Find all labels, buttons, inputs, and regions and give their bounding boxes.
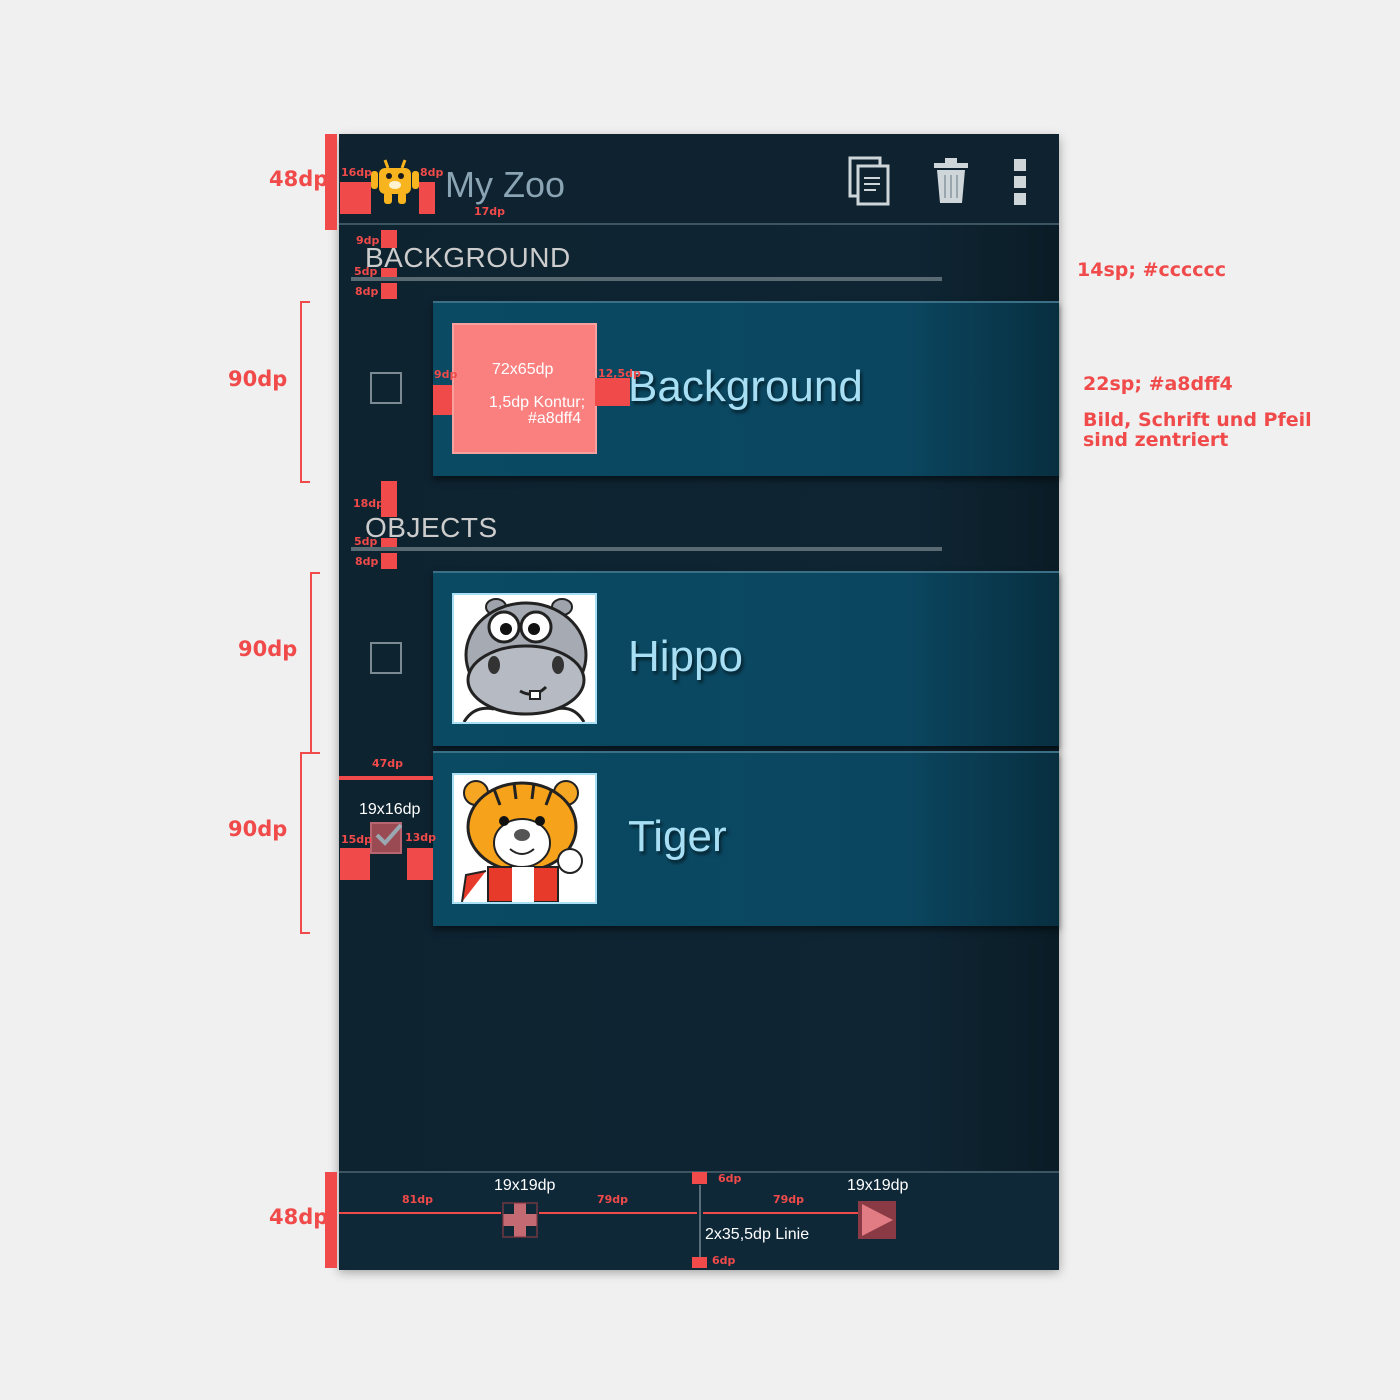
section-divider: [351, 547, 942, 551]
annotation-block: [595, 378, 630, 406]
annotation-label: 90dp: [228, 367, 288, 391]
plus-icon[interactable]: [501, 1201, 539, 1239]
annotation-label: 8dp: [355, 285, 379, 298]
item-label: Background: [628, 362, 863, 411]
annotation-block: [381, 553, 397, 569]
section-divider: [351, 277, 942, 281]
annotation-label: 90dp: [238, 637, 298, 661]
hippo-icon: [454, 595, 595, 722]
annotation-bracket: [310, 572, 320, 754]
checkbox-tiger-checked[interactable]: [370, 822, 402, 854]
hippo-thumbnail: [452, 593, 597, 724]
annotation-note: Bild, Schrift und Pfeil: [1083, 409, 1312, 431]
annotation-label: 90dp: [228, 817, 288, 841]
annotation-label: 48dp: [269, 167, 329, 191]
annotation-label: 12,5dp: [598, 367, 641, 380]
annotation-label: 19x19dp: [494, 1177, 556, 1194]
annotation-block: [381, 538, 397, 547]
annotation-label: 13dp: [405, 831, 437, 844]
annotation-block: [692, 1172, 707, 1184]
play-icon[interactable]: [858, 1201, 896, 1239]
annotation-note: 14sp; #cccccc: [1077, 259, 1227, 281]
annotation-label: 17dp: [474, 205, 506, 218]
app-title: My Zoo: [445, 164, 566, 205]
checkbox-hippo[interactable]: [370, 642, 402, 674]
annotation-label: 48dp: [269, 1205, 329, 1229]
tiger-icon: [454, 775, 595, 902]
tiger-thumbnail: [452, 773, 597, 904]
copy-icon[interactable]: [848, 156, 892, 206]
annotation-label: 18dp: [353, 497, 385, 510]
annotation-label: 19x19dp: [847, 1177, 909, 1194]
annotation-block: [340, 182, 371, 214]
annotation-label: 8dp: [420, 166, 444, 179]
annotation-label: 19x16dp: [359, 801, 421, 818]
item-label: Tiger: [628, 812, 727, 861]
annotation-line: [539, 1212, 697, 1214]
annotation-block: [381, 230, 397, 248]
annotation-block: [381, 283, 397, 299]
checkmark-icon: [375, 823, 402, 846]
annotation-line: [339, 776, 433, 780]
annotation-label: 6dp: [718, 1172, 742, 1185]
annotation-label: 6dp: [712, 1254, 736, 1267]
annotation-label: 81dp: [402, 1193, 434, 1206]
annotation-label: 9dp: [356, 234, 380, 247]
annotation-label: 8dp: [355, 555, 379, 568]
annotation-label: 15dp: [341, 833, 373, 846]
trash-icon[interactable]: [932, 156, 970, 206]
annotation-label: 72x65dp: [492, 361, 554, 378]
annotation-note: sind zentriert: [1083, 429, 1229, 451]
annotation-label: #a8dff4: [528, 410, 582, 427]
annotation-bracket: [300, 752, 310, 934]
annotation-label: 16dp: [341, 166, 373, 179]
thumbnail-placeholder: [452, 323, 597, 454]
annotation-block: [340, 848, 370, 880]
annotation-label: 5dp: [354, 265, 378, 278]
annotation-block: [381, 268, 397, 277]
annotation-bracket: [300, 301, 310, 483]
annotation-block: [433, 385, 452, 415]
annotation-line: [339, 1212, 501, 1214]
annotation-label: 2x35,5dp Linie: [705, 1226, 810, 1243]
annotation-note: 22sp; #a8dff4: [1083, 373, 1233, 395]
more-vert-icon[interactable]: [1012, 158, 1028, 206]
annotation-block: [407, 848, 433, 880]
item-label: Hippo: [628, 632, 743, 681]
annotation-label: 79dp: [773, 1193, 805, 1206]
annotation-line: [703, 1212, 858, 1214]
annotation-label: 47dp: [372, 757, 404, 770]
annotation-label: 79dp: [597, 1193, 629, 1206]
annotation-label: 5dp: [354, 535, 378, 548]
annotation-block: [692, 1257, 707, 1268]
annotation-label: 9dp: [434, 368, 458, 381]
checkbox-background[interactable]: [370, 372, 402, 404]
app-icon[interactable]: [368, 154, 422, 208]
annotation-block: [419, 182, 435, 214]
bottom-divider: [699, 1185, 701, 1257]
